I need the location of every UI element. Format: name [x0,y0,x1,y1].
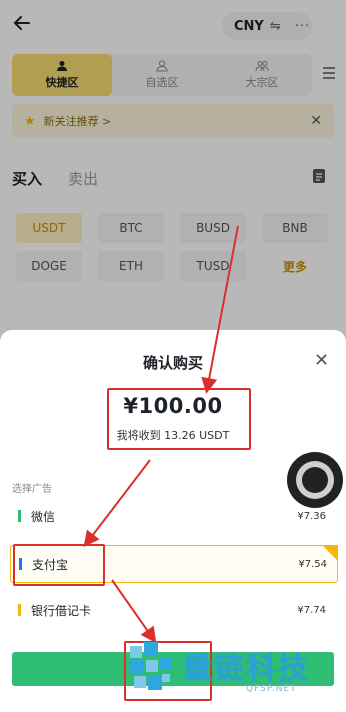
sheet-title: 确认购买 [142,354,203,372]
watermark-site: QFSP.NET [246,684,297,694]
payment-option-wechat[interactable]: 微信 ¥7.36 [10,498,336,534]
payment-name: 微信 [31,509,56,524]
selected-check-icon [322,545,338,561]
card-color-bar [18,604,21,616]
payment-price: ¥7.74 [297,604,326,616]
select-ad-label: 选择广告 [12,484,52,495]
purchase-amount: ¥100.00 [123,394,223,418]
payment-name: 银行借记卡 [31,603,92,618]
wechat-color-bar [18,510,21,522]
payment-option-debit-card[interactable]: 银行借记卡 ¥7.74 [10,592,336,628]
annotation-box-alipay [13,544,105,586]
payment-price: ¥7.36 [297,510,326,522]
watermark-logo-icon [130,642,172,690]
receive-amount: 我将收到 13.26 USDT [116,429,230,442]
close-icon[interactable]: ✕ [314,350,329,371]
watermark-title: 量链科技 [182,651,310,686]
